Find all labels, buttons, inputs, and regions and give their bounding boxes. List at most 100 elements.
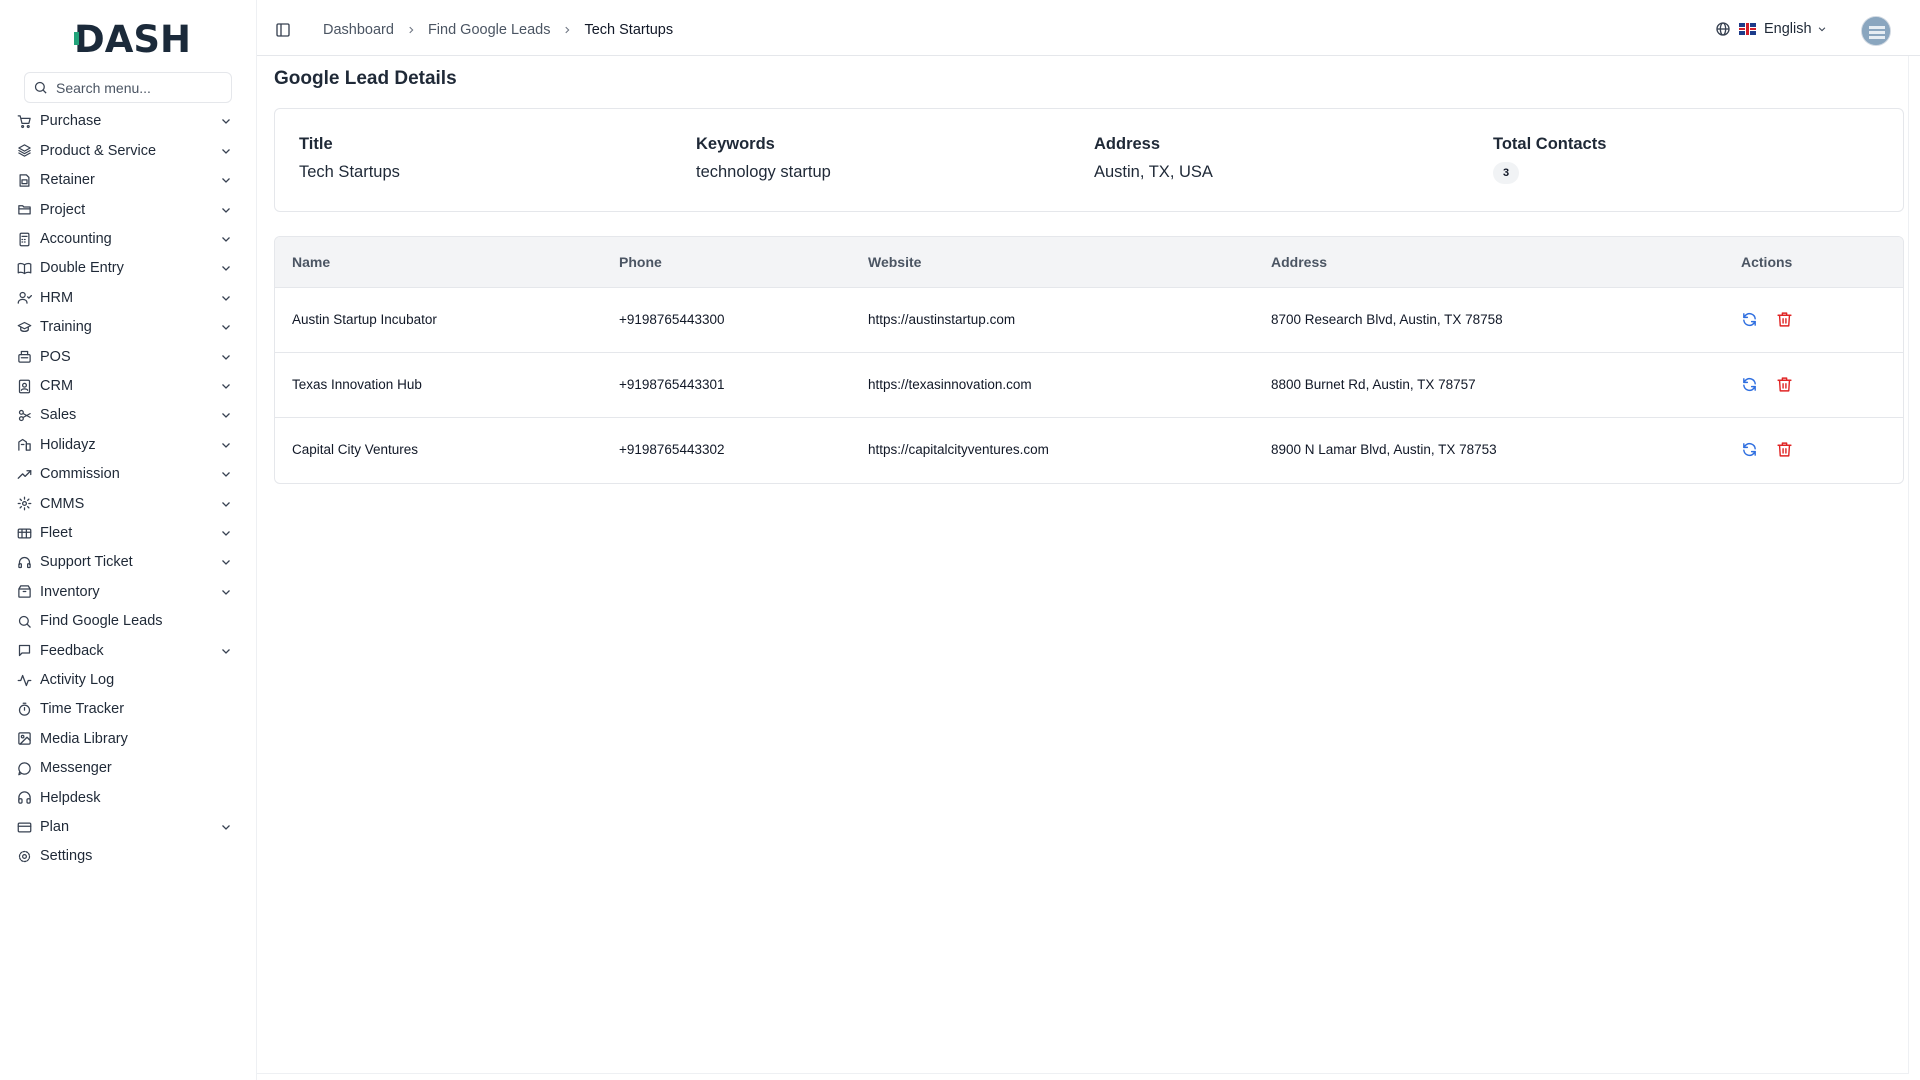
sidebar-item-pos[interactable]: POS <box>16 342 238 372</box>
lead-phone-cell: +9198765443302 <box>619 442 725 458</box>
sidebar-item-find-google-leads[interactable]: Find Google Leads <box>16 606 238 636</box>
sidebar-item-training[interactable]: Training <box>16 312 238 342</box>
sidebar-item-messenger[interactable]: Messenger <box>16 753 238 783</box>
sidebar-item-settings[interactable]: Settings <box>16 841 238 871</box>
sidebar-item-retainer[interactable]: Retainer <box>16 165 238 195</box>
chevron-down-icon[interactable] <box>220 233 232 245</box>
register-icon <box>16 349 32 365</box>
chevron-down-icon[interactable] <box>220 821 232 833</box>
chevron-down-icon[interactable] <box>220 262 232 274</box>
sidebar-item-label: Find Google Leads <box>40 613 163 630</box>
sidebar-item-fleet[interactable]: Fleet <box>16 518 238 548</box>
search-icon <box>16 613 32 629</box>
search-box[interactable] <box>24 72 232 103</box>
search-menu-input[interactable] <box>56 79 226 96</box>
hotel-icon <box>16 437 32 453</box>
sidebar-item-label: Project <box>40 201 86 218</box>
sidebar-toggle-icon[interactable] <box>275 22 291 38</box>
sidebar-item-time-tracker[interactable]: Time Tracker <box>16 694 238 724</box>
breadcrumb-dashboard[interactable]: Dashboard <box>323 22 394 38</box>
lead-website-cell[interactable]: https://austinstartup.com <box>851 287 1254 352</box>
sidebar-item-media-library[interactable]: Media Library <box>16 724 238 754</box>
sidebar-item-purchase[interactable]: Purchase <box>16 106 238 136</box>
sidebar-item-activity-log[interactable]: Activity Log <box>16 665 238 695</box>
sidebar-item-sales[interactable]: Sales <box>16 400 238 430</box>
chevron-down-icon[interactable] <box>220 586 232 598</box>
lead-name-cell: Capital City Ventures <box>292 442 419 458</box>
sidebar-item-holidayz[interactable]: Holidayz <box>16 430 238 460</box>
sidebar-item-feedback[interactable]: Feedback <box>16 636 238 666</box>
chevron-down-icon[interactable] <box>220 645 232 657</box>
page-title: Google Lead Details <box>274 68 457 89</box>
contact-card-icon <box>16 378 32 394</box>
user-avatar[interactable] <box>1861 16 1891 46</box>
sidebar-item-product-service[interactable]: Product & Service <box>16 136 238 166</box>
sidebar-item-label: Sales <box>40 407 77 424</box>
sidebar-item-label: CMMS <box>40 495 85 512</box>
sidebar-item-label: Settings <box>40 848 93 865</box>
lead-address-cell: 8800 Burnet Rd, Austin, TX 78757 <box>1271 377 1476 392</box>
chevron-down-icon[interactable] <box>220 145 232 157</box>
chevron-down-icon[interactable] <box>220 204 232 216</box>
sidebar-item-support-ticket[interactable]: Support Ticket <box>16 547 238 577</box>
sidebar-item-label: Plan <box>40 819 70 835</box>
chevron-down-icon[interactable] <box>220 468 232 480</box>
chevron-down-icon[interactable] <box>220 351 232 363</box>
logo-text: DASH <box>74 18 191 61</box>
sidebar-item-label: Helpdesk <box>40 789 101 806</box>
delete-icon[interactable] <box>1776 311 1793 328</box>
breadcrumb-current: Tech Startups <box>584 22 674 38</box>
sidebar-item-project[interactable]: Project <box>16 195 238 225</box>
info-address-value: Austin, TX, USA <box>1094 163 1213 181</box>
language-selector[interactable]: English <box>1715 21 1827 37</box>
lead-website-cell[interactable]: https://capitalcityventures.com <box>851 417 1254 482</box>
info-address: Address Austin, TX, USA <box>1094 135 1213 182</box>
delete-icon[interactable] <box>1776 441 1793 458</box>
chevron-down-icon[interactable] <box>220 174 232 186</box>
sidebar-item-plan[interactable]: Plan <box>16 812 238 842</box>
sidebar-item-hrm[interactable]: HRM <box>16 283 238 313</box>
file-retainer-icon <box>16 172 32 188</box>
lead-website-cell[interactable]: https://texasinnovation.com <box>851 352 1254 417</box>
chevron-down-icon[interactable] <box>220 498 232 510</box>
refresh-icon[interactable] <box>1741 441 1758 458</box>
chevron-down-icon[interactable] <box>220 556 232 568</box>
breadcrumb-find-google-leads[interactable]: Find Google Leads <box>428 22 551 38</box>
sidebar-item-label: Product & Service <box>40 142 157 159</box>
topbar: Dashboard Find Google Leads Tech Startup… <box>257 0 1920 56</box>
refresh-icon[interactable] <box>1741 311 1758 328</box>
info-total-contacts: Total Contacts 3 <box>1493 135 1606 184</box>
sidebar-item-inventory[interactable]: Inventory <box>16 577 238 607</box>
sidebar-item-cmms[interactable]: CMMS <box>16 489 238 519</box>
sidebar-item-commission[interactable]: Commission <box>16 459 238 489</box>
sidebar-item-label: Time Tracker <box>40 701 125 718</box>
credit-card-icon <box>16 819 32 835</box>
sidebar-item-helpdesk[interactable]: Helpdesk <box>16 783 238 813</box>
avatar-image <box>1862 17 1890 45</box>
chevron-down-icon[interactable] <box>220 115 232 127</box>
lead-info-card: Title Tech Startups Keywords technology … <box>274 108 1904 212</box>
chevron-down-icon[interactable] <box>220 409 232 421</box>
column-header-name: Name <box>292 253 331 270</box>
sidebar-item-label: Media Library <box>40 730 128 747</box>
chevron-down-icon[interactable] <box>220 380 232 392</box>
chevron-down-icon[interactable] <box>220 321 232 333</box>
column-header-address: Address <box>1271 253 1328 270</box>
sidebar-item-double-entry[interactable]: Double Entry <box>16 253 238 283</box>
message-square-icon <box>16 643 32 659</box>
sidebar-item-label: Feedback <box>40 642 104 659</box>
sidebar-item-crm[interactable]: CRM <box>16 371 238 401</box>
table-row: Austin Startup Incubator +9198765443300 ht… <box>275 287 1903 352</box>
table-row: Capital City Ventures +9198765443302 https… <box>275 417 1903 482</box>
main-area: Dashboard Find Google Leads Tech Startup… <box>256 0 1920 1080</box>
chevron-down-icon[interactable] <box>220 439 232 451</box>
graduation-cap-icon <box>16 319 32 335</box>
gear-icon <box>16 496 32 512</box>
refresh-icon[interactable] <box>1741 376 1758 393</box>
sidebar-item-accounting[interactable]: Accounting <box>16 224 238 254</box>
brand-logo[interactable]: DASH <box>74 18 191 62</box>
chevron-down-icon[interactable] <box>220 527 232 539</box>
chevron-down-icon[interactable] <box>220 292 232 304</box>
delete-icon[interactable] <box>1776 376 1793 393</box>
sidebar-item-label: Fleet <box>40 525 73 541</box>
